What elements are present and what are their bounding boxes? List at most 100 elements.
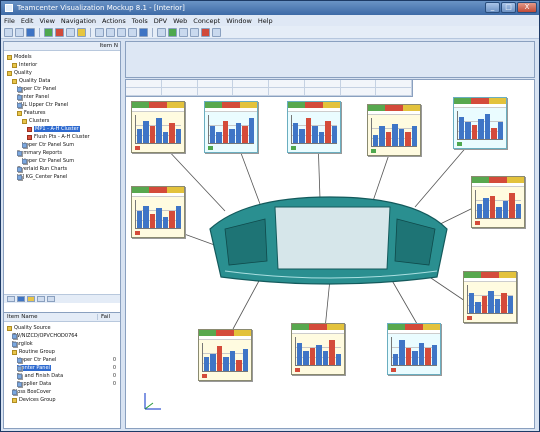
tree-item[interactable]: Center Panel 0 xyxy=(5,364,119,372)
play-icon[interactable] xyxy=(44,27,53,37)
tree-item[interactable]: Devices Group xyxy=(5,396,119,404)
instrument-panel-part[interactable] xyxy=(209,196,448,285)
tree-item[interactable]: Fit and Finish Data 0 xyxy=(5,372,119,380)
tree-item[interactable]: Interior xyxy=(5,61,119,69)
tree-item[interactable]: Quality Data xyxy=(5,77,119,85)
report-icon xyxy=(12,333,17,339)
report-bar-chart xyxy=(135,115,181,144)
app-window: Teamcenter Visualization Mockup 8.1 - [I… xyxy=(0,0,540,432)
tree-item[interactable]: Upper Ctr Panel 0 xyxy=(5,356,119,364)
menu-edit[interactable]: Edit xyxy=(21,17,34,25)
quality-report-card[interactable] xyxy=(387,323,441,375)
zoom-out-icon[interactable] xyxy=(106,27,115,37)
select-icon[interactable] xyxy=(66,27,75,37)
report-bar xyxy=(478,119,484,139)
tree-item[interactable]: Quality xyxy=(5,69,119,77)
tree-item[interactable]: [2] KG_Center Panel xyxy=(5,173,119,181)
tree-item[interactable]: Clusters xyxy=(5,117,119,125)
quality-report-card[interactable] xyxy=(291,323,345,375)
folder-icon xyxy=(7,70,12,76)
quality-report-card[interactable] xyxy=(198,329,252,381)
panel-tab-strip xyxy=(4,294,120,303)
tab-reports[interactable] xyxy=(37,296,45,302)
tree-item[interactable]: Upper Ctr Panel Sum xyxy=(5,157,119,165)
minimize-button[interactable]: _ xyxy=(485,2,500,13)
alert-icon[interactable] xyxy=(201,27,210,37)
menu-file[interactable]: File xyxy=(4,17,15,25)
tree-item[interactable]: Routine Group xyxy=(5,348,119,356)
report-bar xyxy=(475,301,481,313)
chart-icon[interactable] xyxy=(190,27,199,37)
tab-models[interactable] xyxy=(7,296,15,302)
tree-item[interactable]: MP1 - A-H Cluster xyxy=(5,125,119,133)
menu-window[interactable]: Window xyxy=(226,17,252,25)
report-bar-chart xyxy=(391,337,437,366)
tree-item[interactable]: Features xyxy=(5,109,119,117)
report-bar-chart xyxy=(467,285,513,314)
fit-view-icon[interactable] xyxy=(139,27,148,37)
tree-item[interactable]: Quality Source xyxy=(5,324,119,332)
tree-item[interactable]: Gloss BoxCover xyxy=(5,388,119,396)
tree-item[interactable]: Upper Ctr Panel xyxy=(5,85,119,93)
folder-icon xyxy=(12,397,17,403)
quality-report-card[interactable] xyxy=(463,271,517,323)
tree-item[interactable]: Nargilok xyxy=(5,340,119,348)
stop-icon[interactable] xyxy=(55,27,64,37)
tree-item[interactable]: Models xyxy=(5,53,119,61)
tree-item-fail-count: 0 xyxy=(112,365,116,371)
tree-item[interactable]: Upper Ctr Panel Sum xyxy=(5,141,119,149)
report-bar xyxy=(418,342,425,365)
menu-help[interactable]: Help xyxy=(258,17,273,25)
tab-views[interactable] xyxy=(47,296,55,302)
quality-report-card[interactable] xyxy=(471,176,525,228)
new-file-icon[interactable] xyxy=(4,27,13,37)
folder-icon xyxy=(7,54,12,60)
item-name-header[interactable]: Item Name xyxy=(4,314,98,320)
menu-concept[interactable]: Concept xyxy=(193,17,220,25)
quality-report-card[interactable] xyxy=(131,101,185,153)
open-folder-icon[interactable] xyxy=(15,27,24,37)
fail-header[interactable]: Fail xyxy=(98,314,113,320)
tree-item[interactable]: Supplier Data 0 xyxy=(5,380,119,388)
report-status-indicator xyxy=(202,374,207,378)
quality-report-card[interactable] xyxy=(131,186,185,238)
tree-item[interactable]: Summary Reports xyxy=(5,149,119,157)
tab-features[interactable] xyxy=(27,296,35,302)
report-bar xyxy=(483,198,489,218)
menu-actions[interactable]: Actions xyxy=(102,17,126,25)
tree-item[interactable]: HUL Upper Ctr Panel xyxy=(5,101,119,109)
item-name-column[interactable]: Item N xyxy=(100,43,118,49)
menu-navigation[interactable]: Navigation xyxy=(61,17,96,25)
report-bar xyxy=(236,359,242,371)
measure-icon[interactable] xyxy=(157,27,166,37)
save-icon[interactable] xyxy=(26,27,35,37)
quality-report-card[interactable] xyxy=(367,104,421,156)
menu-view[interactable]: View xyxy=(39,17,54,25)
report-icon[interactable] xyxy=(179,27,188,37)
report-bar xyxy=(316,345,322,365)
tab-quality[interactable] xyxy=(17,296,25,302)
menu-dpv[interactable]: DPV xyxy=(154,17,167,25)
pan-icon[interactable] xyxy=(128,27,137,37)
rotate-icon[interactable] xyxy=(117,27,126,37)
menu-web[interactable]: Web xyxy=(173,17,187,25)
menu-tools[interactable]: Tools xyxy=(132,17,148,25)
tree-item[interactable]: Flush Pts - A-H Cluster xyxy=(5,133,119,141)
zoom-in-icon[interactable] xyxy=(95,27,104,37)
quality-report-card[interactable] xyxy=(453,97,507,149)
tree-item[interactable]: 7W/NIZCD/OPVCHOD0764 xyxy=(5,332,119,340)
maximize-button[interactable]: □ xyxy=(501,2,516,13)
report-bar xyxy=(502,201,509,218)
quality-report-card[interactable] xyxy=(287,101,341,153)
quality-report-card[interactable] xyxy=(204,101,258,153)
report-icon xyxy=(17,102,22,108)
report-bar xyxy=(411,126,417,146)
close-button[interactable]: X xyxy=(517,2,537,13)
highlight-icon[interactable] xyxy=(77,27,86,37)
tree-item[interactable]: Center Panel xyxy=(5,93,119,101)
report-icon xyxy=(17,150,22,156)
tree-item[interactable]: Overlaid Run Charts xyxy=(5,165,119,173)
settings-icon[interactable] xyxy=(212,27,221,37)
report-bar xyxy=(494,299,501,313)
quality-icon[interactable] xyxy=(168,27,177,37)
